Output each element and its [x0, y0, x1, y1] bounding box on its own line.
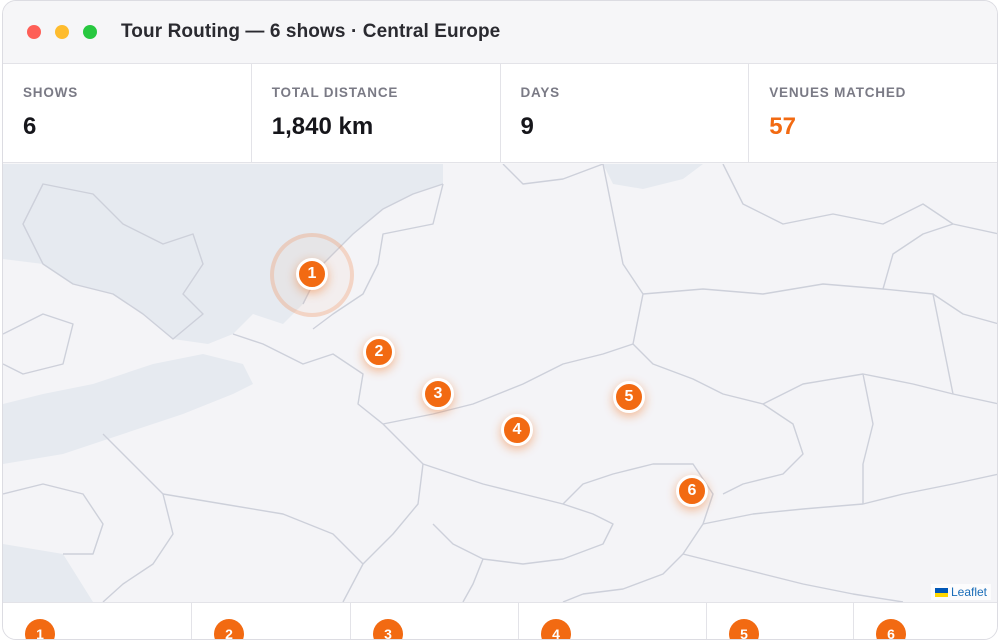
stat-value: 1,840 km — [271, 113, 374, 140]
stop-card-4[interactable]: 4 — [519, 603, 707, 639]
adriatic-sea — [3, 544, 93, 602]
stat-value: 6 — [23, 113, 37, 140]
stop-card-3[interactable]: 3 — [351, 603, 519, 639]
stop-number-badge: 1 — [25, 619, 55, 639]
stop-number-badge: 4 — [541, 619, 571, 639]
stat-days: DAYS 9 — [501, 64, 750, 162]
stop-card-1[interactable]: 1 — [3, 603, 192, 639]
ukraine-flag-icon — [934, 588, 948, 597]
map-marker-stop-5[interactable]: 5 — [613, 381, 645, 413]
stat-value: 9 — [520, 113, 534, 140]
english-channel — [3, 354, 253, 464]
stat-label: SHOWS — [23, 85, 79, 100]
title-bar: Tour Routing — 6 shows · Central Europe — [3, 1, 997, 64]
map-marker-stop-4[interactable]: 4 — [501, 414, 533, 446]
stop-card-2[interactable]: 2 — [192, 603, 351, 639]
map-basemap — [3, 164, 997, 602]
map-marker-stop-3[interactable]: 3 — [422, 378, 454, 410]
stat-venues-matched: VENUES MATCHED 57 — [749, 64, 997, 162]
stat-total-distance: TOTAL DISTANCE 1,840 km — [252, 64, 501, 162]
route-map[interactable]: 1 2 3 4 5 6 Leaflet — [3, 164, 997, 602]
stop-card-6[interactable]: 6 — [854, 603, 997, 639]
map-marker-stop-1[interactable]: 1 — [296, 258, 328, 290]
window-title: Tour Routing — 6 shows · Central Europe — [121, 21, 501, 42]
stats-bar: SHOWS 6 TOTAL DISTANCE 1,840 km DAYS 9 V… — [3, 64, 997, 163]
baltic-sea — [603, 164, 703, 189]
north-sea — [3, 164, 443, 344]
stop-number-badge: 3 — [373, 619, 403, 639]
attribution-link[interactable]: Leaflet — [951, 585, 987, 599]
stop-number-badge: 2 — [214, 619, 244, 639]
stat-value: 57 — [769, 113, 796, 140]
close-window-button[interactable] — [27, 25, 41, 39]
app-window: Tour Routing — 6 shows · Central Europe … — [2, 0, 998, 640]
map-marker-stop-6[interactable]: 6 — [676, 475, 708, 507]
map-attribution[interactable]: Leaflet — [930, 584, 991, 600]
minimize-window-button[interactable] — [55, 25, 69, 39]
stat-shows: SHOWS 6 — [3, 64, 252, 162]
stat-label: VENUES MATCHED — [769, 85, 907, 100]
stop-card-5[interactable]: 5 — [707, 603, 854, 639]
stop-number-badge: 5 — [729, 619, 759, 639]
map-marker-stop-2[interactable]: 2 — [363, 336, 395, 368]
stops-strip: 1 2 3 4 5 6 — [3, 602, 997, 639]
stat-label: DAYS — [520, 85, 560, 100]
zoom-window-button[interactable] — [83, 25, 97, 39]
stat-label: TOTAL DISTANCE — [271, 85, 399, 100]
stop-number-badge: 6 — [876, 619, 906, 639]
